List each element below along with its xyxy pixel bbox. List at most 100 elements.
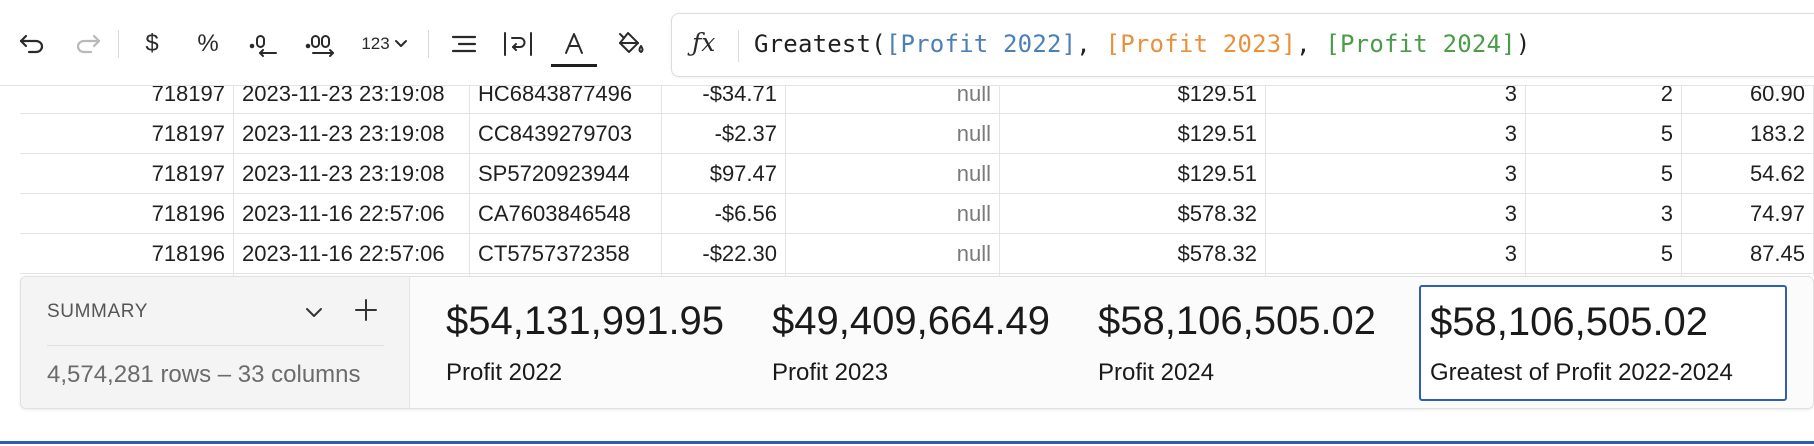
table-cell[interactable]: 718196 (20, 234, 234, 274)
table-cell[interactable]: CA7603846548 (470, 194, 662, 234)
table-cell[interactable]: 5 (1526, 154, 1682, 194)
align-button[interactable] (446, 21, 482, 67)
table-cell[interactable]: 3 (1526, 194, 1682, 234)
summary-divider (47, 345, 384, 346)
table-cell[interactable]: $129.51 (1000, 154, 1266, 194)
text-color-icon (565, 33, 583, 54)
table-row[interactable]: 718197 2023-11-23 23:19:08 HC6843877496 -$3… (20, 86, 1814, 114)
formula-expression[interactable]: Greatest([Profit 2022], [Profit 2023], [… (754, 30, 1530, 58)
table-cell[interactable]: CC8439279703 (470, 114, 662, 154)
table-cell[interactable]: $129.51 (1000, 114, 1266, 154)
metric-value: $54,131,991.95 (446, 299, 725, 343)
table-row[interactable]: 718197 2023-11-23 23:19:08 CC8439279703 -$2… (20, 114, 1814, 154)
table-cell[interactable]: -$6.56 (662, 194, 786, 234)
summary-panel: SUMMARY 4,574,281 rows – 33 columns $54,… (20, 276, 1814, 409)
currency-format-button[interactable]: $ (134, 21, 170, 67)
table-cell[interactable]: -$34.71 (662, 86, 786, 114)
table-row[interactable]: 718197 2023-11-23 23:19:08 SP5720923944 $97… (20, 154, 1814, 194)
function-icon: ƒx (692, 28, 716, 57)
formula-bar[interactable]: ƒx Greatest([Profit 2022], [Profit 2023]… (671, 13, 1814, 77)
chevron-down-icon (394, 40, 407, 47)
toolbar-separator (428, 30, 429, 58)
metric-label: Greatest of Profit 2022-2024 (1430, 359, 1733, 386)
table-cell[interactable]: null (786, 154, 1000, 194)
table-cell[interactable]: 2023-11-16 22:57:06 (234, 194, 470, 234)
table-cell[interactable]: 2023-11-16 22:57:06 (234, 234, 470, 274)
table-cell[interactable]: 3 (1266, 86, 1526, 114)
metric-profit-2024[interactable]: $58,106,505.02 Profit 2024 (1078, 277, 1388, 408)
formula-separator-2: , (1296, 30, 1326, 58)
table-cell[interactable]: $129.51 (1000, 86, 1266, 114)
metric-value: $58,106,505.02 (1098, 299, 1377, 343)
table-cell[interactable]: 74.97 (1682, 194, 1814, 234)
metric-value: $49,409,664.49 (772, 299, 1051, 343)
percent-label: % (197, 30, 219, 57)
table-cell[interactable]: 2023-11-23 23:19:08 (234, 114, 470, 154)
text-color-swatch (551, 64, 597, 67)
fill-color-button[interactable] (610, 21, 652, 67)
table-cell[interactable]: 2023-11-23 23:19:08 (234, 86, 470, 114)
increase-decimals-icon (305, 35, 334, 57)
table-cell[interactable]: null (786, 86, 1000, 114)
redo-button[interactable] (70, 21, 106, 67)
plus-icon (355, 299, 377, 321)
increase-decimals-button[interactable] (302, 21, 342, 67)
table-cell[interactable]: 5 (1526, 234, 1682, 274)
formula-suffix: ) (1515, 30, 1531, 58)
table-cell[interactable]: HC6843877496 (470, 86, 662, 114)
table-cell[interactable]: SP5720923944 (470, 154, 662, 194)
paint-bucket-icon (619, 32, 644, 53)
table-cell[interactable]: null (786, 114, 1000, 154)
undo-button[interactable] (14, 21, 50, 67)
table-cell[interactable]: 3 (1266, 114, 1526, 154)
number-format-label: 123 (361, 34, 390, 53)
table-cell[interactable]: 54.62 (1682, 154, 1814, 194)
table-row[interactable]: 718196 2023-11-16 22:57:06 CT5757372358 -$2… (20, 234, 1814, 274)
metric-label: Profit 2023 (772, 359, 889, 386)
formula-separator (738, 30, 739, 62)
table-cell[interactable]: 3 (1266, 234, 1526, 274)
table-cell[interactable]: -$22.30 (662, 234, 786, 274)
table-cell[interactable]: CT5757372358 (470, 234, 662, 274)
table-cell[interactable]: 2023-11-23 23:19:08 (234, 154, 470, 194)
table-cell[interactable]: 718197 (20, 114, 234, 154)
table-cell[interactable]: 87.45 (1682, 234, 1814, 274)
table-cell[interactable]: 718197 (20, 86, 234, 114)
text-color-button[interactable] (551, 21, 597, 67)
metric-label: Profit 2022 (446, 359, 563, 386)
table-cell[interactable]: 718196 (20, 194, 234, 234)
table-cell[interactable]: 718197 (20, 154, 234, 194)
focus-indicator (0, 441, 1814, 444)
decrease-decimals-icon (249, 35, 277, 57)
chevron-down-icon (306, 308, 322, 317)
text-wrap-icon (504, 32, 532, 56)
table-cell[interactable]: 60.90 (1682, 86, 1814, 114)
metric-greatest-profit[interactable]: $58,106,505.02 Greatest of Profit 2022-2… (1419, 285, 1787, 401)
metric-label: Profit 2024 (1098, 359, 1215, 386)
percent-format-button[interactable]: % (190, 21, 226, 67)
table-cell[interactable]: 5 (1526, 114, 1682, 154)
decrease-decimals-button[interactable] (244, 21, 284, 67)
table-cell[interactable]: 3 (1266, 154, 1526, 194)
table-cell[interactable]: -$2.37 (662, 114, 786, 154)
summary-title: SUMMARY (47, 301, 148, 322)
text-wrap-button[interactable] (498, 21, 538, 67)
table-cell[interactable]: $578.32 (1000, 194, 1266, 234)
add-summary-button[interactable] (351, 295, 381, 325)
summary-header: SUMMARY 4,574,281 rows – 33 columns (21, 277, 410, 408)
number-format-dropdown[interactable]: 123 (358, 21, 412, 67)
summary-collapse-button[interactable] (300, 299, 328, 327)
table-cell[interactable]: 3 (1266, 194, 1526, 234)
metric-profit-2023[interactable]: $49,409,664.49 Profit 2023 (752, 277, 1062, 408)
metric-value: $58,106,505.02 (1430, 300, 1709, 344)
table-cell[interactable]: null (786, 194, 1000, 234)
table-cell[interactable]: 2 (1526, 86, 1682, 114)
table-row[interactable]: 718196 2023-11-16 22:57:06 CA7603846548 -$6… (20, 194, 1814, 234)
table-cell[interactable]: $97.47 (662, 154, 786, 194)
metric-profit-2022[interactable]: $54,131,991.95 Profit 2022 (426, 277, 736, 408)
data-grid[interactable]: 718197 2023-11-23 23:19:08 HC6843877496 -$3… (20, 86, 1814, 276)
table-cell[interactable]: $578.32 (1000, 234, 1266, 274)
table-cell[interactable]: null (786, 234, 1000, 274)
table-cell[interactable]: 183.2 (1682, 114, 1814, 154)
formula-arg-profit-2023: [Profit 2023] (1105, 30, 1297, 58)
